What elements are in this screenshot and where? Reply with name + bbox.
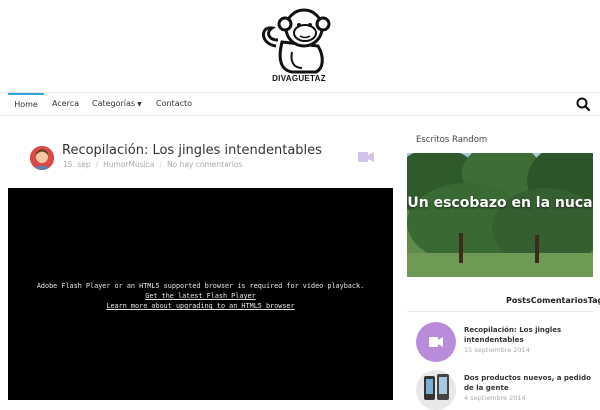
site-header: DIVAGUETAZ	[0, 0, 600, 92]
flash-player-link[interactable]: Get the latest Flash Player	[8, 291, 393, 301]
video-format-icon	[358, 152, 374, 162]
list-item-title[interactable]: Recopilación: Los jingles intendentables	[464, 325, 596, 345]
meta-separator: /	[95, 160, 99, 169]
player-message-text: Adobe Flash Player or an HTML5 supported…	[36, 282, 365, 290]
tab-comentarios[interactable]: Comentarios	[531, 296, 588, 305]
post-date: 15. sep	[63, 160, 91, 169]
post-title[interactable]: Recopilación: Los jingles intendentables	[62, 143, 322, 158]
post-comments[interactable]: No hay comentarios	[167, 160, 242, 169]
sidebar-tabs: PostsComentariosTags	[506, 296, 600, 308]
site-logo[interactable]: DIVAGUETAZ	[258, 6, 340, 90]
player-message: Adobe Flash Player or an HTML5 supported…	[8, 281, 393, 311]
post-category[interactable]: HumorMusica	[103, 160, 154, 169]
search-icon[interactable]	[576, 97, 590, 111]
html5-browser-link[interactable]: Learn more about upgrading to an HTML5 b…	[8, 301, 393, 311]
video-icon	[429, 337, 443, 347]
tab-posts[interactable]: Posts	[506, 296, 531, 305]
post-header: Recopilación: Los jingles intendentables…	[30, 143, 390, 175]
nav-acerca[interactable]: Acerca	[52, 93, 79, 115]
video-player[interactable]: Adobe Flash Player or an HTML5 supported…	[8, 188, 393, 400]
forest-photo	[407, 153, 593, 277]
post-thumb	[416, 370, 456, 410]
list-item-date: 15 septiembre 2014	[464, 346, 530, 354]
phones-image	[424, 374, 449, 400]
random-post-caption[interactable]: Un escobazo en la nuca	[407, 195, 593, 212]
monkey-logo-icon	[262, 8, 331, 74]
logo-text: DIVAGUETAZ	[272, 74, 326, 83]
list-item[interactable]: Recopilación: Los jingles intendentables…	[416, 322, 596, 362]
author-avatar[interactable]	[30, 146, 54, 170]
list-item-date: 4 septiembre 2014	[464, 394, 526, 402]
random-post-image[interactable]: Un escobazo en la nuca	[407, 153, 593, 277]
avatar-face-icon	[30, 146, 54, 170]
nav-categorias-label: Categorías	[92, 99, 136, 108]
meta-separator: /	[159, 160, 162, 169]
tab-tags[interactable]: Tags	[588, 296, 600, 305]
random-posts-title: Escritos Random	[416, 135, 488, 145]
nav-home[interactable]: Home	[8, 93, 44, 115]
nav-categorias[interactable]: Categorías ▼	[92, 93, 142, 115]
post-meta: 15. sep / HumorMusica / No hay comentarios	[63, 160, 242, 169]
list-item-title[interactable]: Dos productos nuevos, a pedido de la gen…	[464, 373, 596, 393]
tabs-divider	[407, 311, 593, 312]
main-nav: Home Acerca Categorías ▼ Contacto	[0, 92, 600, 116]
nav-contacto[interactable]: Contacto	[156, 93, 192, 115]
list-item[interactable]: Dos productos nuevos, a pedido de la gen…	[416, 370, 596, 410]
chevron-down-icon: ▼	[137, 101, 142, 108]
post-thumb	[416, 322, 456, 362]
